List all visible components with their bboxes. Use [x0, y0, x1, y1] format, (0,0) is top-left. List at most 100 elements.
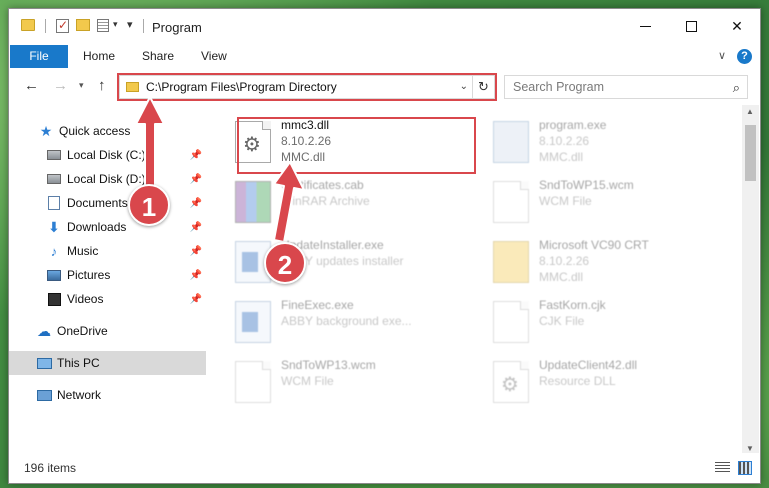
tab-view[interactable]: View — [201, 45, 227, 68]
maximize-icon — [685, 20, 697, 32]
vertical-scrollbar[interactable]: ▲ ▼ — [742, 105, 759, 455]
disk-icon — [47, 150, 61, 160]
sidebar-item-this-pc[interactable]: This PC — [9, 351, 206, 375]
sidebar-item-label: Quick access — [59, 124, 131, 138]
document-icon — [235, 361, 271, 403]
up-button[interactable]: ↑ — [98, 77, 106, 94]
sidebar-item-music[interactable]: ♪ Music 📌 — [9, 239, 206, 263]
step-badge-1: 1 — [128, 184, 170, 226]
sidebar-item-label: Network — [57, 388, 102, 402]
search-box[interactable]: Search Program ⌕ — [504, 75, 748, 99]
navigation-pane: ★ Quick access Local Disk (C:) 📌 Local D… — [9, 105, 206, 455]
tab-file[interactable]: File — [10, 45, 68, 68]
new-folder-icon[interactable] — [76, 19, 90, 31]
customize-toolbar-icon[interactable]: ▾ — [127, 18, 133, 31]
close-icon: ✕ — [731, 17, 743, 34]
file-type: WinRAR Archive — [281, 194, 370, 208]
file-item[interactable]: SndToWP13.wcm WCM File — [214, 353, 454, 409]
search-icon: ⌕ — [732, 80, 740, 95]
tiles-view-icon[interactable] — [738, 461, 752, 475]
sidebar-item-label: Pictures — [67, 268, 111, 282]
close-button[interactable]: ✕ — [714, 9, 760, 43]
pin-icon[interactable]: 📌 — [190, 198, 202, 209]
file-item[interactable]: Microsoft VC90 CRT 8.10.2.26 MMC.dll — [472, 233, 712, 289]
separator — [143, 19, 144, 33]
help-icon[interactable]: ? — [737, 49, 752, 64]
file-item[interactable]: program.exe 8.10.2.26 MMC.dll — [472, 113, 712, 169]
pin-icon[interactable]: 📌 — [190, 246, 202, 257]
file-item[interactable]: UpdateInstaller.exe ABBY updates install… — [214, 233, 454, 289]
application-icon — [235, 301, 271, 343]
item-count: 196 items — [24, 461, 77, 475]
recent-locations-icon[interactable]: ▾ — [79, 80, 84, 91]
details-view-icon[interactable] — [715, 462, 730, 474]
document-icon — [493, 181, 529, 223]
sidebar-item-network[interactable]: Network — [9, 383, 206, 407]
expand-ribbon-icon[interactable]: ∨ — [718, 49, 726, 62]
computer-icon — [36, 357, 52, 369]
tab-home[interactable]: Home — [83, 45, 115, 68]
back-button[interactable]: ← — [24, 77, 39, 94]
sidebar-item-label: Documents — [67, 196, 128, 210]
ribbon-tabs: File Home Share View ∨ ? — [9, 45, 760, 69]
sidebar-item-label: OneDrive — [57, 324, 108, 338]
sidebar-item-quick-access[interactable]: ★ Quick access — [9, 119, 206, 143]
archive-icon — [235, 181, 271, 223]
file-name: SndToWP13.wcm — [281, 358, 376, 372]
dll-gear-icon — [493, 361, 529, 403]
program-exe-icon — [493, 121, 529, 163]
file-item[interactable]: FastKorn.cjk CJK File — [472, 293, 712, 349]
star-icon: ★ — [39, 122, 53, 139]
file-name: UpdateClient42.dll — [539, 358, 638, 372]
navigation-bar: ← → ▾ ↑ C:\Program Files\Program Directo… — [9, 69, 760, 105]
separator — [45, 19, 46, 33]
sidebar-item-documents[interactable]: Documents 📌 — [9, 191, 206, 215]
pin-icon[interactable]: 📌 — [190, 270, 202, 281]
file-item[interactable]: Certificates.cab WinRAR Archive — [214, 173, 454, 229]
address-highlight-box — [117, 73, 497, 101]
sidebar-item-label: Local Disk (D:) — [67, 172, 146, 186]
file-type: CJK File — [539, 314, 585, 328]
pin-icon[interactable]: 📌 — [190, 150, 202, 161]
zip-folder-icon — [493, 241, 529, 283]
scroll-up-icon[interactable]: ▲ — [746, 107, 754, 116]
minimize-button[interactable] — [622, 9, 668, 43]
sidebar-item-label: Music — [67, 244, 99, 258]
file-description: MMC.dll — [539, 270, 583, 284]
status-bar: 196 items — [9, 453, 760, 483]
sidebar-item-local-disk-c[interactable]: Local Disk (C:) 📌 — [9, 143, 206, 167]
tab-share[interactable]: Share — [142, 45, 174, 68]
file-description: ABBY background exe... — [281, 314, 412, 328]
sidebar-item-onedrive[interactable]: ☁ OneDrive — [9, 319, 206, 343]
sidebar-item-local-disk-d[interactable]: Local Disk (D:) 📌 — [9, 167, 206, 191]
chevron-down-icon[interactable]: ▾ — [113, 19, 118, 30]
scroll-thumb[interactable] — [745, 125, 756, 181]
sidebar-item-downloads[interactable]: ⬇ Downloads 📌 — [9, 215, 206, 239]
file-item[interactable]: FineExec.exe ABBY background exe... — [214, 293, 454, 349]
window-title: Program — [152, 20, 202, 35]
pin-icon[interactable]: 📌 — [190, 222, 202, 233]
search-input[interactable]: Search Program — [513, 80, 604, 94]
sidebar-item-pictures[interactable]: Pictures 📌 — [9, 263, 206, 287]
file-explorer-window: ▾ ▾ Program ✕ File Home Share View ∨ ? ←… — [8, 8, 761, 484]
file-name: SndToWP15.wcm — [539, 178, 634, 192]
file-item[interactable]: UpdateClient42.dll Resource DLL — [472, 353, 712, 409]
pin-icon[interactable]: 📌 — [190, 174, 202, 185]
properties-icon[interactable] — [97, 19, 109, 32]
file-name: program.exe — [539, 118, 607, 132]
properties-check-icon[interactable] — [56, 18, 69, 33]
download-icon: ⬇ — [48, 218, 60, 235]
title-bar: ▾ ▾ Program ✕ — [9, 9, 760, 45]
file-type: WCM File — [281, 374, 334, 388]
file-item[interactable]: SndToWP15.wcm WCM File — [472, 173, 712, 229]
documents-icon — [48, 196, 60, 210]
music-icon: ♪ — [50, 243, 58, 259]
forward-button[interactable]: → — [53, 77, 68, 94]
maximize-button[interactable] — [668, 9, 714, 43]
sidebar-item-videos[interactable]: Videos 📌 — [9, 287, 206, 311]
scroll-down-icon[interactable]: ▼ — [746, 444, 754, 453]
document-icon — [493, 301, 529, 343]
file-version: 8.10.2.26 — [539, 254, 590, 268]
network-icon — [36, 389, 52, 401]
pin-icon[interactable]: 📌 — [190, 294, 202, 305]
